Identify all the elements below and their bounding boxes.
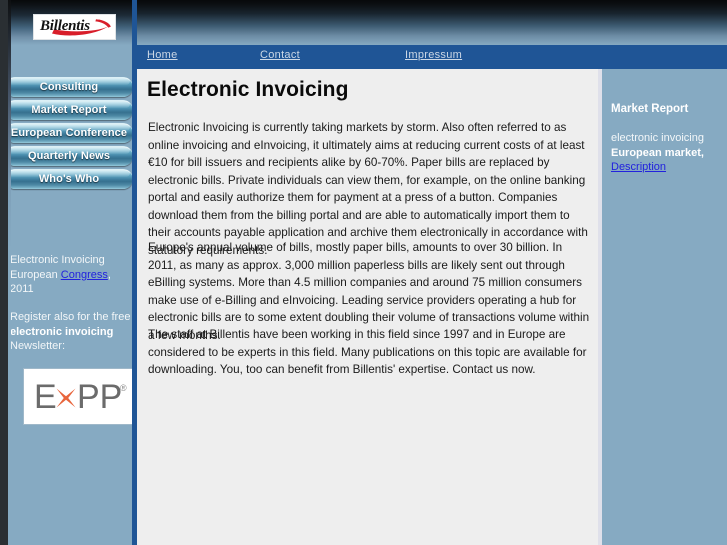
- column-divider: [132, 0, 137, 545]
- sidebar-item-quarterly-news[interactable]: Quarterly News: [5, 146, 133, 166]
- sidebar-congress-promo: Electronic Invoicing European Congress, …: [10, 253, 132, 297]
- sidebar-newsletter-promo: Register also for the free electronic in…: [10, 310, 132, 354]
- sidebar-item-whos-who[interactable]: Who's Who: [5, 169, 133, 189]
- sidebar-item-label: Consulting: [39, 81, 99, 93]
- sidebar-item-label: European Conference: [10, 127, 128, 139]
- promo-line-2-suffix: ,: [107, 268, 111, 281]
- newsletter-line-1: Register also for the free: [10, 311, 131, 323]
- page-title: Electronic Invoicing: [147, 78, 349, 101]
- sidebar-nav-buttons: Consulting Market Report European Confer…: [5, 77, 138, 192]
- main-content-panel: Electronic Invoicing Electronic Invoicin…: [137, 69, 598, 545]
- sidebar-item-label: Who's Who: [38, 173, 100, 185]
- nav-link-contact[interactable]: Contact: [260, 49, 300, 61]
- left-edge-rail-gradient: [8, 0, 11, 545]
- top-navigation-bar: Home Contact Impressum: [137, 45, 727, 69]
- sidebar-item-consulting[interactable]: Consulting: [5, 77, 133, 97]
- sidebar-item-label: Quarterly News: [27, 150, 111, 162]
- expp-logo-icon: E PP ®: [34, 378, 127, 416]
- left-edge-rail: [0, 0, 8, 545]
- promo-line-2-prefix: European: [10, 268, 61, 281]
- page-root: Billentis Consulting Market Report Europ…: [0, 0, 727, 545]
- right-sidebar-line-1: electronic invoicing: [611, 132, 704, 144]
- content-paragraph: Electronic Invoicing is currently taking…: [148, 121, 588, 257]
- right-sidebar: Market Report electronic invoicing Europ…: [602, 69, 727, 545]
- svg-text:PP: PP: [77, 378, 122, 416]
- promo-line-1: Electronic Invoicing: [10, 254, 105, 266]
- congress-link[interactable]: Congress: [61, 269, 108, 281]
- content-paragraph: The staff at Billentis have been working…: [148, 328, 587, 376]
- nav-link-impressum[interactable]: Impressum: [405, 49, 462, 61]
- svg-text:®: ®: [120, 383, 127, 393]
- sidebar-item-european-conference[interactable]: European Conference: [5, 123, 133, 143]
- svg-text:E: E: [34, 378, 57, 416]
- header-gradient-band-right: [137, 0, 727, 45]
- nav-link-home[interactable]: Home: [147, 49, 178, 61]
- right-sidebar-body: electronic invoicing European market, De…: [611, 131, 723, 175]
- sidebar-item-label: Market Report: [31, 104, 107, 116]
- brand-logo[interactable]: Billentis: [33, 14, 116, 40]
- promo-line-3: 2011: [10, 283, 34, 295]
- expp-partner-logo[interactable]: E PP ®: [23, 368, 136, 425]
- brand-logo-text: Billentis: [40, 18, 90, 34]
- right-sidebar-title: Market Report: [611, 103, 689, 115]
- sidebar-item-market-report[interactable]: Market Report: [5, 100, 133, 120]
- right-sidebar-line-2: European market,: [611, 146, 704, 159]
- description-link[interactable]: Description: [611, 161, 666, 173]
- newsletter-line-3: Newsletter:: [10, 340, 66, 352]
- newsletter-line-2: electronic invoicing: [10, 325, 114, 338]
